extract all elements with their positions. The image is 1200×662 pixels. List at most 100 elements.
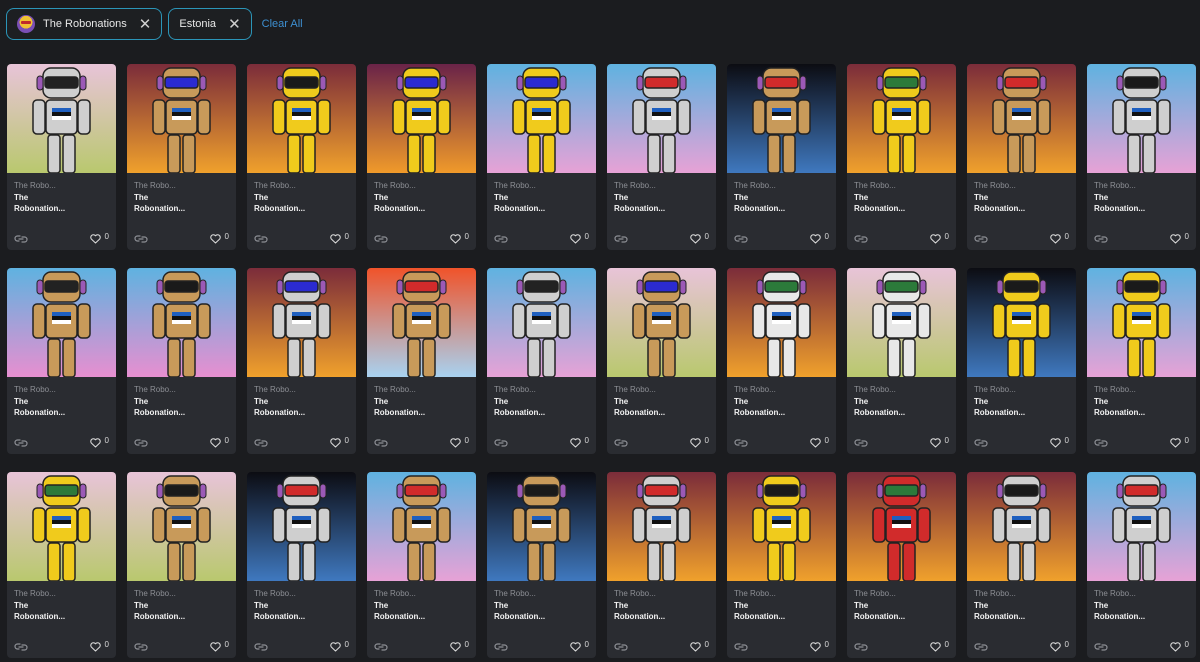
nft-thumbnail[interactable] [7,64,116,173]
link-icon[interactable] [614,231,628,243]
card-title[interactable]: The Robonation... [614,600,709,622]
nft-card[interactable]: The Robo... The Robonation... 0 [1087,268,1196,454]
like-button[interactable]: 0 [929,231,949,244]
nft-card[interactable]: The Robo... The Robonation... 0 [967,64,1076,250]
link-icon[interactable] [734,231,748,243]
nft-thumbnail[interactable] [727,472,836,581]
nft-thumbnail[interactable] [847,268,956,377]
nft-card[interactable]: The Robo... The Robonation... 0 [247,472,356,658]
link-icon[interactable] [614,435,628,447]
like-button[interactable]: 0 [1049,231,1069,244]
card-collection-name[interactable]: The Robo... [974,589,1016,598]
nft-thumbnail[interactable] [127,64,236,173]
card-title[interactable]: The Robonation... [1094,600,1189,622]
card-collection-name[interactable]: The Robo... [254,181,296,190]
nft-card[interactable]: The Robo... The Robonation... 0 [367,472,476,658]
card-title[interactable]: The Robonation... [1094,396,1189,418]
like-button[interactable]: 0 [569,435,589,448]
like-button[interactable]: 0 [809,639,829,652]
clear-all-button[interactable]: Clear All [262,18,303,30]
like-button[interactable]: 0 [209,435,229,448]
link-icon[interactable] [1094,639,1108,651]
card-collection-name[interactable]: The Robo... [494,385,536,394]
like-button[interactable]: 0 [689,435,709,448]
nft-card[interactable]: The Robo... The Robonation... 0 [487,268,596,454]
nft-card[interactable]: The Robo... The Robonation... 0 [127,64,236,250]
like-button[interactable]: 0 [1169,435,1189,448]
nft-thumbnail[interactable] [727,64,836,173]
card-title[interactable]: The Robonation... [254,600,349,622]
nft-card[interactable]: The Robo... The Robonation... 0 [487,472,596,658]
card-title[interactable]: The Robonation... [734,192,829,214]
card-title[interactable]: The Robonation... [14,600,109,622]
link-icon[interactable] [134,639,148,651]
nft-thumbnail[interactable] [7,472,116,581]
like-button[interactable]: 0 [329,231,349,244]
card-collection-name[interactable]: The Robo... [1094,385,1136,394]
filter-chip-country[interactable]: Estonia ✕ [168,8,252,40]
nft-thumbnail[interactable] [1087,268,1196,377]
nft-card[interactable]: The Robo... The Robonation... 0 [127,472,236,658]
nft-card[interactable]: The Robo... The Robonation... 0 [367,64,476,250]
card-title[interactable]: The Robonation... [254,396,349,418]
card-collection-name[interactable]: The Robo... [134,385,176,394]
nft-thumbnail[interactable] [7,268,116,377]
nft-card[interactable]: The Robo... The Robonation... 0 [847,268,956,454]
card-collection-name[interactable]: The Robo... [254,385,296,394]
nft-card[interactable]: The Robo... The Robonation... 0 [847,472,956,658]
like-button[interactable]: 0 [449,639,469,652]
link-icon[interactable] [1094,435,1108,447]
link-icon[interactable] [254,231,268,243]
link-icon[interactable] [14,435,28,447]
link-icon[interactable] [974,639,988,651]
nft-card[interactable]: The Robo... The Robonation... 0 [7,64,116,250]
like-button[interactable]: 0 [809,435,829,448]
nft-thumbnail[interactable] [607,472,716,581]
card-collection-name[interactable]: The Robo... [1094,589,1136,598]
card-title[interactable]: The Robonation... [974,600,1069,622]
card-collection-name[interactable]: The Robo... [14,385,56,394]
nft-card[interactable]: The Robo... The Robonation... 0 [1087,64,1196,250]
card-title[interactable]: The Robonation... [854,600,949,622]
nft-thumbnail[interactable] [127,268,236,377]
link-icon[interactable] [1094,231,1108,243]
close-icon[interactable]: ✕ [228,17,241,32]
like-button[interactable]: 0 [89,435,109,448]
link-icon[interactable] [854,231,868,243]
card-collection-name[interactable]: The Robo... [134,181,176,190]
nft-card[interactable]: The Robo... The Robonation... 0 [367,268,476,454]
nft-thumbnail[interactable] [487,64,596,173]
card-title[interactable]: The Robonation... [854,396,949,418]
card-title[interactable]: The Robonation... [134,192,229,214]
card-title[interactable]: The Robonation... [494,600,589,622]
nft-thumbnail[interactable] [487,268,596,377]
nft-card[interactable]: The Robo... The Robonation... 0 [7,472,116,658]
card-title[interactable]: The Robonation... [374,600,469,622]
nft-card[interactable]: The Robo... The Robonation... 0 [247,268,356,454]
card-title[interactable]: The Robonation... [1094,192,1189,214]
card-collection-name[interactable]: The Robo... [494,181,536,190]
nft-thumbnail[interactable] [127,472,236,581]
like-button[interactable]: 0 [929,639,949,652]
nft-thumbnail[interactable] [367,64,476,173]
link-icon[interactable] [254,639,268,651]
card-collection-name[interactable]: The Robo... [614,385,656,394]
card-collection-name[interactable]: The Robo... [374,181,416,190]
nft-thumbnail[interactable] [247,268,356,377]
card-collection-name[interactable]: The Robo... [734,589,776,598]
like-button[interactable]: 0 [1169,231,1189,244]
card-title[interactable]: The Robonation... [14,396,109,418]
card-title[interactable]: The Robonation... [254,192,349,214]
like-button[interactable]: 0 [1049,639,1069,652]
nft-thumbnail[interactable] [727,268,836,377]
nft-card[interactable]: The Robo... The Robonation... 0 [247,64,356,250]
card-title[interactable]: The Robonation... [614,192,709,214]
nft-thumbnail[interactable] [487,472,596,581]
card-collection-name[interactable]: The Robo... [254,589,296,598]
nft-thumbnail[interactable] [847,64,956,173]
nft-thumbnail[interactable] [607,268,716,377]
card-collection-name[interactable]: The Robo... [974,181,1016,190]
link-icon[interactable] [854,435,868,447]
like-button[interactable]: 0 [89,639,109,652]
like-button[interactable]: 0 [329,435,349,448]
